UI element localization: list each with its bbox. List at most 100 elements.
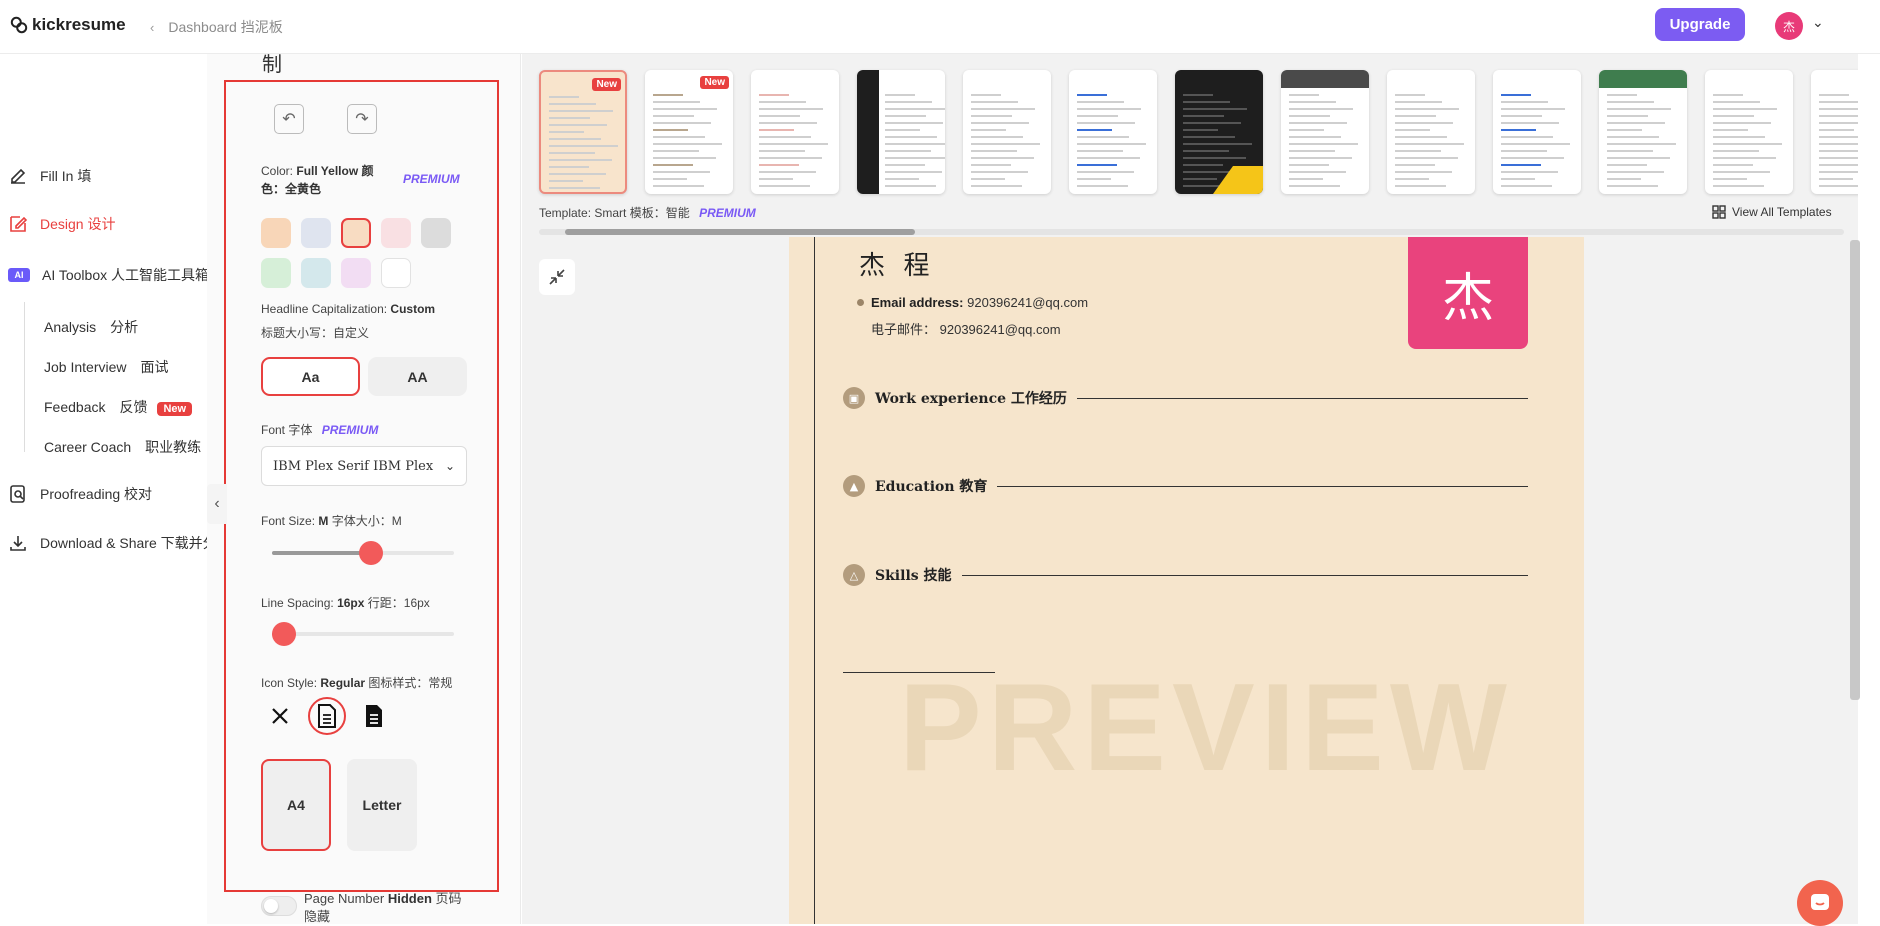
section-title: Skills 技能 [875,568,952,584]
thumbnail-text-line [1077,150,1123,152]
chevron-down-icon[interactable]: ⌄ [1812,14,1824,31]
icon-style-none[interactable] [261,697,299,735]
new-badge: New [157,402,193,416]
color-swatch[interactable] [261,218,291,248]
color-swatch[interactable] [301,258,331,288]
minimize-preview-button[interactable] [539,259,575,295]
color-swatch[interactable] [381,218,411,248]
thumbnail-text-line [885,178,919,180]
avatar[interactable]: 杰 [1775,12,1803,40]
slider-thumb[interactable] [272,622,296,646]
thumbnail-text-line [1501,94,1531,96]
collapse-panel-button[interactable]: ‹ [207,484,227,524]
thumbnail-text-line [1395,101,1442,103]
line-spacing-label: Line Spacing: 16px 行距：16px [261,594,430,612]
thumbnail-text-line [885,129,920,131]
slider-thumb[interactable] [358,541,383,565]
template-thumbnail[interactable] [751,70,839,194]
thumbnail-text-line [549,103,596,105]
graduation-cap-icon: ▲ [843,475,865,497]
sidebar-item-feedback[interactable]: Feedback 反馈 New [44,397,193,417]
page-number-toggle[interactable] [261,896,297,916]
section-education[interactable]: ▲ Education 教育 [843,475,1528,497]
template-thumbnail[interactable] [1599,70,1687,194]
thumbnail-text-line [971,171,1028,173]
template-thumbnail[interactable] [1493,70,1581,194]
icon-style-filled[interactable] [355,697,393,735]
line-spacing-slider[interactable] [272,622,454,646]
thumbnail-text-line [971,129,1006,131]
template-thumbnail[interactable] [1811,70,1858,194]
thumbnail-text-line [1395,164,1435,166]
scrollbar-thumb[interactable] [565,229,915,235]
sidebar-item-label: Fill In 填 [40,168,92,184]
sidebar-item-download[interactable]: Download & Share 下载并分享 [8,533,207,553]
font-select[interactable]: IBM Plex Serif IBM Plex ⌄ [261,446,467,486]
icon-style-label: Icon Style: Regular 图标样式：常规 [261,674,452,692]
paper-option-a4[interactable]: A4 [261,759,331,851]
section-rule [1076,397,1528,399]
sidebar-item-career-coach[interactable]: Career Coach 职业教练 [44,437,201,457]
color-swatch[interactable] [381,258,411,288]
color-swatch[interactable] [301,218,331,248]
resume-preview[interactable]: 杰 程 杰 Email address: 920396241@qq.com 电子… [789,237,1584,924]
thumbnail-text-line [759,185,810,187]
template-thumbnail[interactable]: New [539,70,627,194]
sidebar-item-job-interview[interactable]: Job Interview 面试 [44,357,168,377]
font-size-slider[interactable] [272,541,454,565]
thumbnail-text-line [1501,108,1565,110]
thumbnail-text-line [1713,108,1777,110]
thumbnail-text-line [759,157,822,159]
template-thumbnail[interactable] [963,70,1051,194]
sidebar-item-proofreading[interactable]: Proofreading 校对 [8,484,152,504]
logo[interactable]: kickresume [10,15,126,35]
template-thumbnail[interactable] [1175,70,1263,194]
thumbnail-text-line [759,94,789,96]
sidebar-item-analysis[interactable]: Analysis 分析 [44,317,138,337]
sidebar-item-ai-toolbox[interactable]: AI AI Toolbox 人工智能工具箱 [8,265,207,285]
download-icon [10,536,26,551]
breadcrumb-dashboard[interactable]: Dashboard 挡泥板 [168,17,282,37]
resume-side-rule [814,237,815,924]
template-thumbnail[interactable] [857,70,945,194]
template-thumbnail[interactable] [1705,70,1793,194]
redo-button[interactable]: ↷ [347,104,377,134]
template-thumbnail[interactable] [1281,70,1369,194]
paper-option-letter[interactable]: Letter [347,759,417,851]
thumbnail-text-line [653,150,699,152]
thumbnail-text-line [885,94,915,96]
upgrade-button[interactable]: Upgrade [1655,8,1745,41]
thumbnail-text-line [759,164,799,166]
color-swatch[interactable] [421,218,451,248]
thumbnail-text-line [1183,136,1235,138]
template-thumbnail[interactable] [1069,70,1157,194]
color-swatch[interactable] [261,258,291,288]
color-label-text: Color: [261,164,294,178]
icon-style-value: Regular [320,676,366,690]
page-scrollbar[interactable] [1850,240,1860,700]
thumbnail-text-line [549,159,612,161]
thumbnail-text-line [1077,122,1135,124]
template-thumbnail[interactable] [1387,70,1475,194]
chat-button[interactable] [1797,880,1843,926]
thumbnail-text-line [1077,178,1111,180]
thumbnail-text-line [1713,115,1754,117]
undo-button[interactable]: ↶ [274,104,304,134]
capitalization-option-aa[interactable]: Aa [261,357,360,396]
sidebar-item-fill-in[interactable]: Fill In 填 [8,166,91,186]
capitalization-value: Custom [390,302,436,316]
color-swatch[interactable] [341,218,371,248]
section-work-experience[interactable]: ▣ Work experience 工作经历 [843,387,1528,409]
resume-email: Email address: 920396241@qq.com [871,295,1088,310]
premium-badge: PREMIUM [699,206,756,220]
template-thumbnail[interactable]: New [645,70,733,194]
template-scrollbar[interactable] [539,229,1844,235]
icon-style-regular[interactable] [308,697,346,735]
sidebar-item-label: Proofreading 校对 [40,486,153,502]
breadcrumb[interactable]: ‹ Dashboard 挡泥板 [150,17,283,37]
sidebar-item-design[interactable]: Design 设计 [8,214,115,234]
color-swatch[interactable] [341,258,371,288]
section-skills[interactable]: △ Skills 技能 [843,564,1528,586]
capitalization-option-upper[interactable]: AA [368,357,467,396]
view-all-templates-link[interactable]: View All Templates [1712,205,1832,219]
